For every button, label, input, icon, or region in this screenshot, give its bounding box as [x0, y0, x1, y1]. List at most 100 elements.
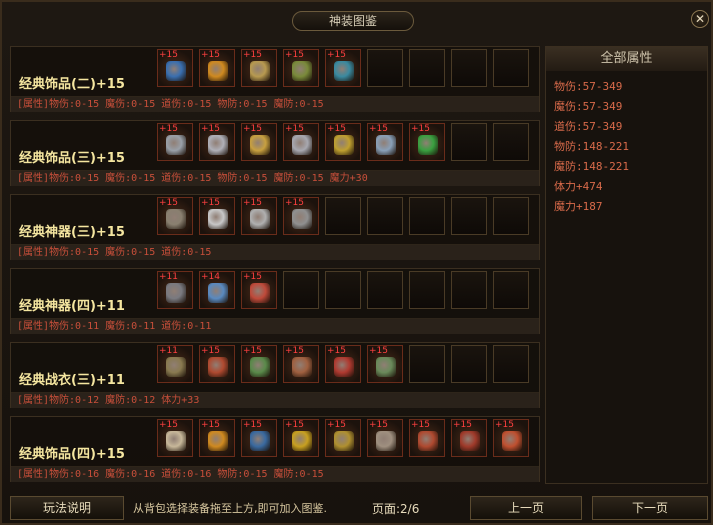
equipment-slot[interactable]: +15: [283, 419, 319, 457]
equipment-slot[interactable]: [451, 123, 487, 161]
sword-icon: [166, 283, 186, 303]
equipment-slot[interactable]: +15: [325, 419, 361, 457]
equipment-slot[interactable]: [493, 49, 529, 87]
equipment-slot[interactable]: +11: [157, 271, 193, 309]
equipment-slot[interactable]: +15: [199, 419, 235, 457]
equipment-slot[interactable]: [451, 345, 487, 383]
equipment-slot[interactable]: +15: [157, 49, 193, 87]
equipment-slot[interactable]: +15: [241, 49, 277, 87]
equipment-slot[interactable]: +15: [241, 271, 277, 309]
equipment-slot[interactable]: +15: [493, 419, 529, 457]
equipment-slot[interactable]: +15: [283, 123, 319, 161]
equipment-slot[interactable]: [451, 197, 487, 235]
enhance-level: +15: [327, 420, 346, 430]
equipment-slot[interactable]: [367, 271, 403, 309]
equipment-slot[interactable]: [493, 197, 529, 235]
equipment-slot[interactable]: [409, 345, 445, 383]
collection-attributes: [属性]物伤:0-15 魔伤:0-15 道伤:0-15: [11, 244, 539, 260]
equipment-slot[interactable]: [493, 345, 529, 383]
collection-window: 神装图鉴 ✕ 经典饰品(二)+15 +15 +15 +15 +15 +15 [属性]物伤:0…: [0, 0, 713, 525]
equipment-slot[interactable]: +15: [451, 419, 487, 457]
equipment-slot[interactable]: [409, 49, 445, 87]
equipment-slot[interactable]: [493, 123, 529, 161]
armor-icon: [292, 357, 312, 377]
enhance-level: +15: [243, 272, 262, 282]
equipment-slot[interactable]: +11: [157, 345, 193, 383]
enhance-level: +15: [243, 124, 262, 134]
equipment-slot[interactable]: +15: [241, 345, 277, 383]
help-button[interactable]: 玩法说明: [10, 496, 124, 520]
equipment-slot[interactable]: +15: [283, 197, 319, 235]
enhance-level: +15: [453, 420, 472, 430]
total-attributes-title: 全部属性: [546, 47, 707, 71]
equipment-slots: +11 +14 +15: [157, 271, 529, 311]
total-attribute: 魔防:148-221: [554, 160, 629, 173]
enhance-level: +15: [159, 198, 178, 208]
equipment-slot[interactable]: +15: [325, 345, 361, 383]
enhance-level: +15: [285, 420, 304, 430]
equipment-slot[interactable]: +15: [367, 419, 403, 457]
armor-icon: [334, 357, 354, 377]
sword-icon: [208, 209, 228, 229]
enhance-level: +15: [369, 124, 388, 134]
collection-name: 经典神器(三)+15: [19, 225, 125, 240]
collection-attributes: [属性]物伤:0-15 魔伤:0-15 道伤:0-15 物防:0-15 魔防:0…: [11, 96, 539, 112]
equipment-slot[interactable]: [367, 197, 403, 235]
close-icon[interactable]: ✕: [691, 10, 709, 28]
enhance-level: +15: [285, 346, 304, 356]
enhance-level: +15: [201, 124, 220, 134]
equipment-slot[interactable]: +15: [157, 123, 193, 161]
enhance-level: +15: [285, 198, 304, 208]
enhance-level: +15: [327, 50, 346, 60]
equipment-slot[interactable]: +15: [409, 123, 445, 161]
enhance-level: +15: [243, 198, 262, 208]
equipment-slot[interactable]: [493, 271, 529, 309]
equipment-slot[interactable]: [325, 271, 361, 309]
equipment-slot[interactable]: [409, 271, 445, 309]
equipment-slot[interactable]: +15: [325, 49, 361, 87]
equipment-slot[interactable]: +15: [241, 197, 277, 235]
equipment-slot[interactable]: +15: [241, 419, 277, 457]
equipment-slot[interactable]: +15: [157, 197, 193, 235]
necklace-icon: [166, 61, 186, 81]
collection-row: 经典饰品(四)+15 +15 +15 +15 +15 +15 +15 +15 +15 +15 [属性…: [10, 416, 540, 482]
equipment-slot[interactable]: [409, 197, 445, 235]
next-page-button[interactable]: 下一页: [592, 496, 708, 520]
equipment-slot[interactable]: [283, 271, 319, 309]
enhance-level: +15: [411, 124, 430, 134]
enhance-level: +15: [201, 198, 220, 208]
enhance-level: +15: [201, 420, 220, 430]
equipment-slot[interactable]: +15: [199, 197, 235, 235]
collection-row: 经典神器(四)+11 +11 +14 +15 [属性]物伤:0-11 魔伤:0-11 道…: [10, 268, 540, 334]
equipment-slot[interactable]: [325, 197, 361, 235]
equipment-slot[interactable]: [451, 271, 487, 309]
equipment-slot[interactable]: +15: [283, 49, 319, 87]
equipment-slot[interactable]: +15: [199, 123, 235, 161]
equipment-slot[interactable]: +15: [325, 123, 361, 161]
equipment-slot[interactable]: +15: [241, 123, 277, 161]
equipment-slot[interactable]: +15: [409, 419, 445, 457]
equipment-slot[interactable]: [367, 49, 403, 87]
equipment-slot[interactable]: +15: [199, 345, 235, 383]
equipment-slot[interactable]: +15: [367, 123, 403, 161]
enhance-level: +15: [159, 50, 178, 60]
prev-page-button[interactable]: 上一页: [470, 496, 582, 520]
equipment-slot[interactable]: +15: [367, 345, 403, 383]
equipment-slot[interactable]: [451, 49, 487, 87]
ring-icon: [334, 135, 354, 155]
equipment-slot[interactable]: +14: [199, 271, 235, 309]
sword-icon: [166, 209, 186, 229]
necklace-icon: [208, 61, 228, 81]
necklace-icon: [250, 61, 270, 81]
necklace-icon: [208, 431, 228, 451]
ring-icon: [250, 135, 270, 155]
horn-icon: [166, 431, 186, 451]
equipment-slots: +15 +15 +15 +15 +15 +15 +15 +15 +15: [157, 419, 529, 459]
armor-icon: [208, 357, 228, 377]
total-attribute: 物防:148-221: [554, 140, 629, 153]
equipment-slot[interactable]: +15: [157, 419, 193, 457]
enhance-level: +15: [369, 420, 388, 430]
equipment-slot[interactable]: +15: [199, 49, 235, 87]
equipment-slot[interactable]: +15: [283, 345, 319, 383]
collection-attributes: [属性]物伤:0-15 魔伤:0-15 道伤:0-15 物防:0-15 魔防:0…: [11, 170, 539, 186]
